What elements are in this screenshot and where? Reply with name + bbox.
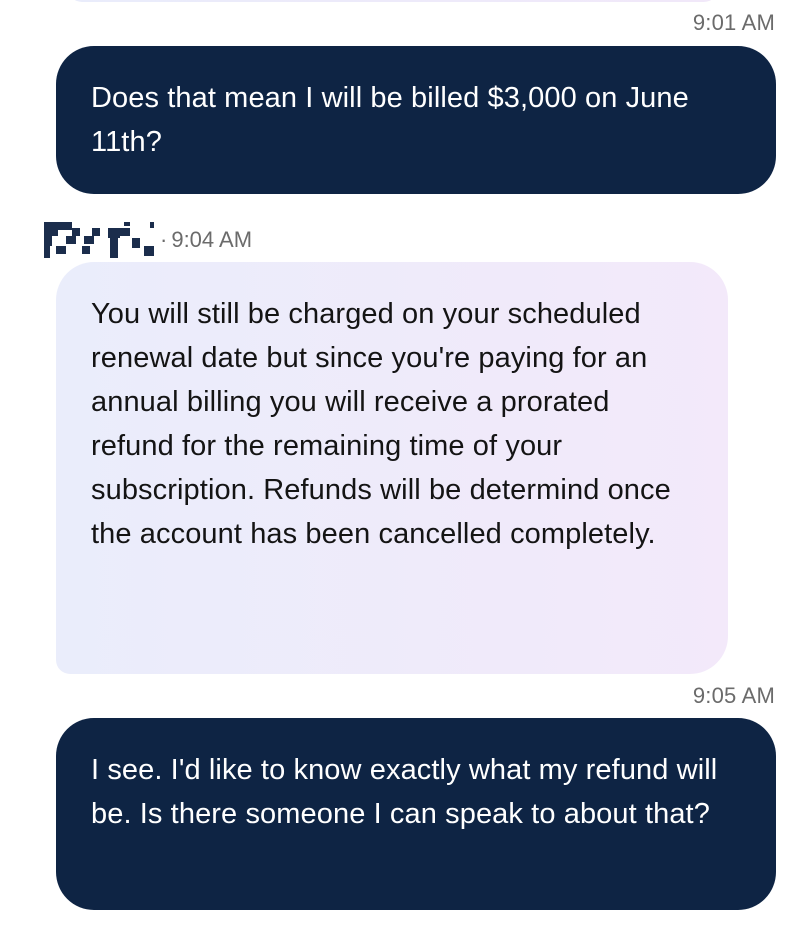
agent-message-text: You will still be charged on your schedu…	[91, 298, 671, 550]
user-message-text: Does that mean I will be billed $3,000 o…	[91, 82, 689, 158]
message-timestamp: 9:05 AM	[692, 683, 775, 708]
previous-message-bubble-edge	[68, 0, 718, 2]
user-message-text: I see. I'd like to know exactly what my …	[91, 754, 718, 830]
message-timestamp: 9:04 AM	[171, 227, 253, 252]
agent-message-bubble[interactable]: You will still be charged on your schedu…	[56, 262, 728, 674]
agent-message-header: · 9:04 AM	[44, 222, 252, 258]
user-message-bubble[interactable]: I see. I'd like to know exactly what my …	[56, 718, 776, 910]
user-message-bubble[interactable]: Does that mean I will be billed $3,000 o…	[56, 46, 776, 194]
meta-separator: ·	[160, 227, 168, 252]
message-timestamp: 9:01 AM	[692, 10, 775, 35]
agent-avatar-pixelated	[44, 222, 156, 258]
